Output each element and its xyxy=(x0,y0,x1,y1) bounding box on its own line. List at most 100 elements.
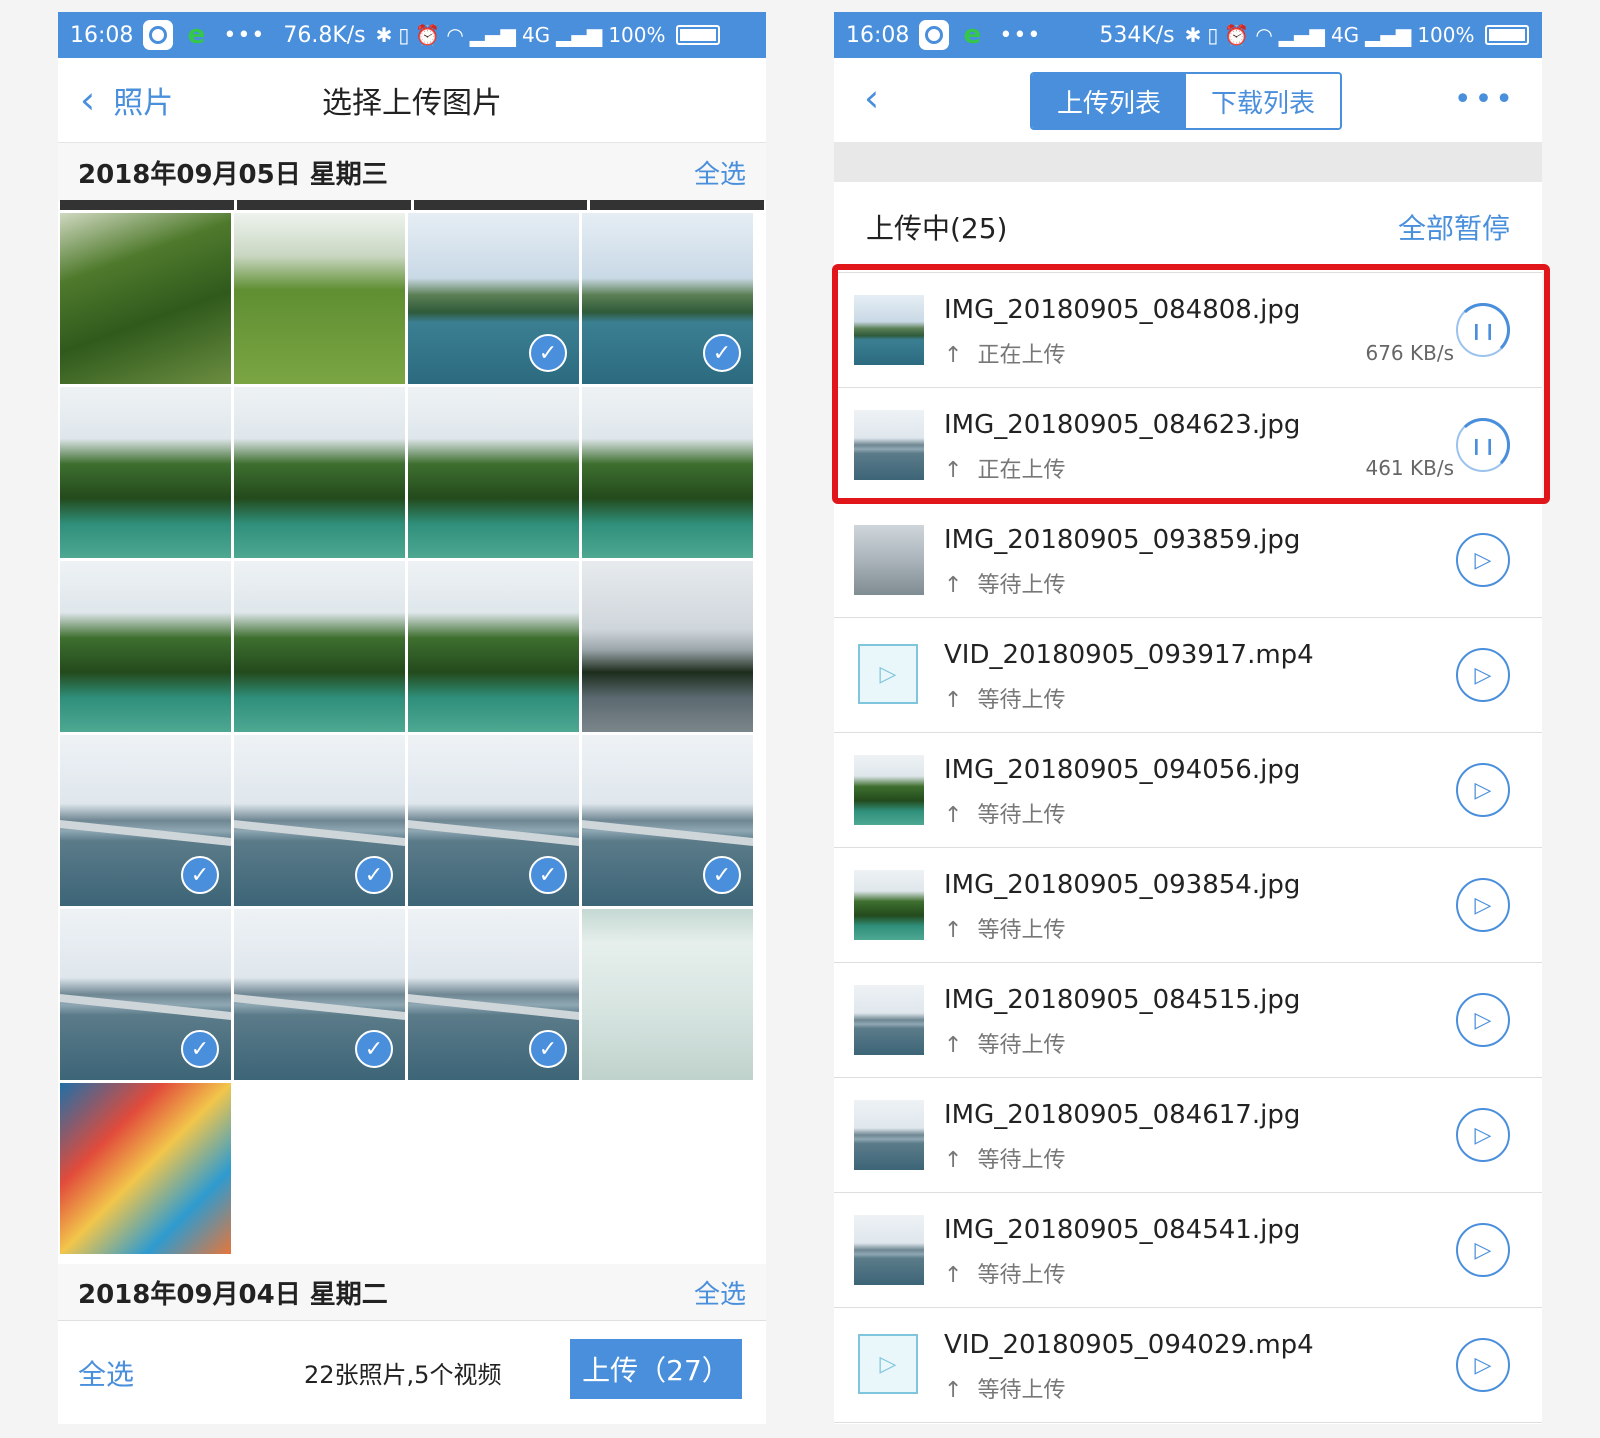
upload-item[interactable]: IMG_20180905_094056.jpg ↑ 等待上传 ▷ xyxy=(834,733,1542,848)
bridge-shape xyxy=(60,994,231,1020)
back-button[interactable]: 照片 xyxy=(113,78,173,122)
upload-arrow-icon: ↑ xyxy=(944,918,970,943)
play-icon[interactable]: ▷ xyxy=(1456,1223,1510,1277)
upload-item[interactable]: IMG_20180905_093854.jpg ↑ 等待上传 ▷ xyxy=(834,848,1542,963)
upload-button[interactable]: 上传（27） xyxy=(570,1339,742,1399)
tab-download-list[interactable]: 下载列表 xyxy=(1186,74,1340,128)
more-options-icon[interactable]: ••• xyxy=(1454,82,1516,117)
photo-thumbnail[interactable] xyxy=(234,561,405,732)
more-notifications-icon: ••• xyxy=(223,22,266,48)
selected-check-icon[interactable]: ✓ xyxy=(529,334,567,372)
pause-icon[interactable]: ❙❙ xyxy=(1456,418,1510,472)
date-label: 2018年09月05日 星期三 xyxy=(78,159,388,190)
battery-percent: 100% xyxy=(608,23,666,47)
upload-status-text: 等待上传 xyxy=(977,1033,1066,1058)
select-upload-screen: 16:08 e ••• 76.8K/s ✱ ▯ ⏰ ◠ ▂▄▆ 4G ▂▄▆ 1… xyxy=(58,12,766,1424)
upload-item[interactable]: IMG_20180905_084617.jpg ↑ 等待上传 ▷ xyxy=(834,1078,1542,1193)
photo-thumbnail[interactable] xyxy=(60,561,231,732)
upload-status-text: 等待上传 xyxy=(977,1148,1066,1173)
photo-thumbnail[interactable] xyxy=(234,213,405,384)
play-icon[interactable]: ▷ xyxy=(1456,1108,1510,1162)
image-thumbnail xyxy=(854,1100,924,1170)
selected-check-icon[interactable]: ✓ xyxy=(529,1030,567,1068)
upload-item[interactable]: ▷ VID_20180905_094029.mp4 ↑ 等待上传 ▷ xyxy=(834,1308,1542,1423)
play-icon[interactable]: ▷ xyxy=(1456,993,1510,1047)
selected-check-icon[interactable]: ✓ xyxy=(703,334,741,372)
upload-speed: 461 KB/s xyxy=(1365,456,1454,480)
photo-thumbnail[interactable]: ✓ xyxy=(582,213,753,384)
file-name: IMG_20180905_084623.jpg xyxy=(944,410,1301,440)
photo-thumbnail[interactable]: ✓ xyxy=(234,909,405,1080)
bluetooth-icon: ✱ xyxy=(375,23,393,47)
select-all-date-2-button[interactable]: 全选 xyxy=(694,1274,746,1311)
pause-icon[interactable]: ❙❙ xyxy=(1456,303,1510,357)
photo-thumbnail[interactable] xyxy=(60,1083,231,1254)
upload-item[interactable]: IMG_20180905_084541.jpg ↑ 等待上传 ▷ xyxy=(834,1193,1542,1308)
select-all-button[interactable]: 全选 xyxy=(78,1353,134,1393)
browser-app-icon: e xyxy=(963,20,982,50)
photo-thumbnail[interactable] xyxy=(234,387,405,558)
bluetooth-icon: ✱ xyxy=(1184,23,1202,47)
photo-thumbnail[interactable]: ✓ xyxy=(60,735,231,906)
wifi-icon: ◠ xyxy=(446,23,464,47)
upload-status: ↑ 正在上传 xyxy=(944,452,1065,484)
upload-item[interactable]: IMG_20180905_084808.jpg ↑ 正在上传 676 KB/s ❙❙ xyxy=(834,272,1542,388)
photo-thumbnail[interactable]: ✓ xyxy=(408,735,579,906)
upload-arrow-icon: ↑ xyxy=(944,458,970,483)
upload-arrow-icon: ↑ xyxy=(944,1033,970,1058)
vibrate-icon: ▯ xyxy=(398,23,410,47)
play-icon[interactable]: ▷ xyxy=(1456,648,1510,702)
selected-check-icon[interactable]: ✓ xyxy=(355,856,393,894)
battery-icon xyxy=(1484,25,1529,45)
photo-thumbnail[interactable]: ✓ xyxy=(582,735,753,906)
photo-thumbnail[interactable] xyxy=(582,561,753,732)
photo-thumbnail[interactable]: ✓ xyxy=(408,909,579,1080)
file-name: IMG_20180905_093854.jpg xyxy=(944,870,1301,900)
photo-thumbnail[interactable] xyxy=(408,561,579,732)
selected-check-icon[interactable]: ✓ xyxy=(355,1030,393,1068)
play-icon[interactable]: ▷ xyxy=(1456,533,1510,587)
divider-band xyxy=(834,142,1542,182)
photo-thumbnail[interactable]: ✓ xyxy=(234,735,405,906)
network-type: 4G xyxy=(521,23,551,47)
select-all-date-button[interactable]: 全选 xyxy=(694,154,746,191)
uploading-section-header: 上传中(25) 全部暂停 xyxy=(834,182,1542,272)
upload-item[interactable]: IMG_20180905_084623.jpg ↑ 正在上传 461 KB/s ❙❙ xyxy=(834,388,1542,503)
upload-status: ↑ 等待上传 xyxy=(944,1257,1065,1289)
back-chevron-icon[interactable]: ‹ xyxy=(864,76,879,120)
photo-thumbnail[interactable] xyxy=(582,387,753,558)
upload-item[interactable]: IMG_20180905_084515.jpg ↑ 等待上传 ▷ xyxy=(834,963,1542,1078)
status-bar-right: 16:08 e ••• 534K/s ✱ ▯ ⏰ ◠ ▂▄▆ 4G ▂▄▆ 10… xyxy=(834,12,1542,58)
browser-app-icon: e xyxy=(187,20,206,50)
photo-thumbnail[interactable] xyxy=(60,213,231,384)
pause-all-button[interactable]: 全部暂停 xyxy=(1398,207,1510,247)
tab-upload-list[interactable]: 上传列表 xyxy=(1032,74,1186,128)
back-chevron-icon[interactable]: ‹ xyxy=(80,78,95,122)
image-thumbnail xyxy=(854,525,924,595)
play-icon[interactable]: ▷ xyxy=(1456,1338,1510,1392)
play-icon[interactable]: ▷ xyxy=(1456,878,1510,932)
photo-thumbnail[interactable] xyxy=(582,909,753,1080)
photo-thumbnail[interactable]: ✓ xyxy=(408,213,579,384)
selected-check-icon[interactable]: ✓ xyxy=(181,856,219,894)
bottom-bar: 全选 22张照片,5个视频 上传（27） xyxy=(58,1320,766,1424)
upload-status-text: 等待上传 xyxy=(977,688,1066,713)
upload-item[interactable]: ▷ VID_20180905_093917.mp4 ↑ 等待上传 ▷ xyxy=(834,618,1542,733)
upload-status-text: 等待上传 xyxy=(977,1378,1066,1403)
baidu-cloud-app-icon xyxy=(919,20,950,50)
signal-2-icon: ▂▄▆ xyxy=(556,23,603,47)
file-name: IMG_20180905_084515.jpg xyxy=(944,985,1301,1015)
upload-item[interactable]: IMG_20180905_093859.jpg ↑ 等待上传 ▷ xyxy=(834,503,1542,618)
selected-check-icon[interactable]: ✓ xyxy=(703,856,741,894)
file-name: IMG_20180905_084617.jpg xyxy=(944,1100,1301,1130)
selected-check-icon[interactable]: ✓ xyxy=(181,1030,219,1068)
photo-thumbnail[interactable] xyxy=(408,387,579,558)
baidu-cloud-app-icon xyxy=(143,20,174,50)
selected-check-icon[interactable]: ✓ xyxy=(529,856,567,894)
upload-status: ↑ 等待上传 xyxy=(944,682,1065,714)
file-name: IMG_20180905_084808.jpg xyxy=(944,295,1301,325)
photo-thumbnail[interactable]: ✓ xyxy=(60,909,231,1080)
photo-thumbnail[interactable] xyxy=(60,387,231,558)
play-icon[interactable]: ▷ xyxy=(1456,763,1510,817)
signal-icon: ▂▄▆ xyxy=(1278,23,1325,47)
